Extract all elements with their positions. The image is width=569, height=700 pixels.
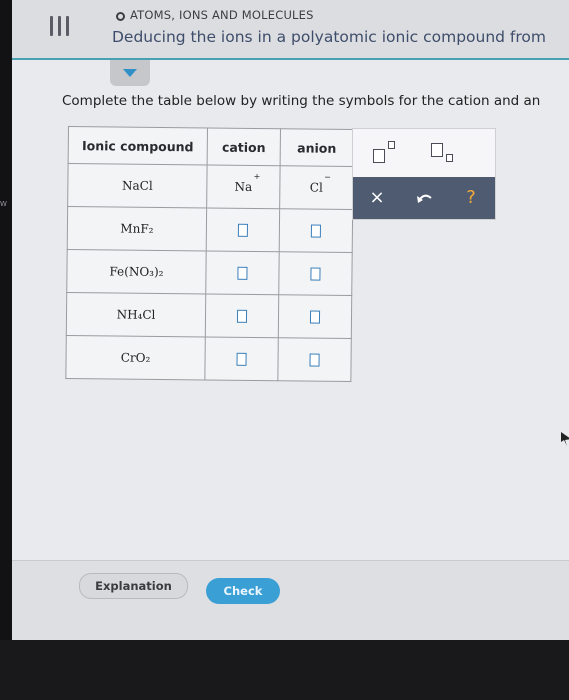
anion-input[interactable]: [310, 267, 321, 281]
page-title: Deducing the ions in a polyatomic ionic …: [112, 28, 547, 46]
subscript-template-icon[interactable]: [427, 137, 463, 171]
anion-cell: [277, 337, 352, 382]
circle-icon: [116, 12, 125, 21]
compound-cell: NaCl: [67, 163, 208, 208]
anion-cell: Cl −: [279, 165, 354, 210]
anion-cell: [278, 251, 353, 296]
header-accent-line: [12, 58, 569, 60]
chevron-down-icon: [123, 69, 137, 77]
anion-input[interactable]: [309, 310, 321, 324]
math-tools-panel: × ?: [352, 128, 496, 220]
cation-input[interactable]: [236, 309, 248, 323]
instruction-text: Complete the table below by writing the …: [62, 93, 541, 109]
collapse-header-button[interactable]: [110, 60, 150, 86]
side-letter: W: [0, 200, 7, 208]
cation-value: Na +: [234, 171, 261, 194]
compound-cell: NH₄Cl: [66, 292, 206, 337]
footer-bar: [12, 560, 569, 640]
anion-input[interactable]: [310, 224, 321, 238]
cation-input[interactable]: [236, 352, 247, 366]
cation-cell: Na +: [206, 164, 281, 209]
undo-icon: [417, 194, 432, 203]
table-row: CrO₂: [65, 335, 352, 382]
anion-cell: [278, 294, 352, 339]
table-row: MnF₂: [67, 206, 353, 253]
anion-input[interactable]: [309, 353, 320, 367]
cation-cell: [205, 250, 280, 295]
hamburger-menu-icon[interactable]: [48, 16, 72, 40]
math-toolbar: × ?: [353, 177, 495, 219]
undo-button[interactable]: [403, 183, 447, 213]
superscript-template-icon[interactable]: [369, 137, 405, 171]
table-row: NaCl Na + Cl −: [67, 163, 354, 210]
app-screen: ATOMS, IONS AND MOLECULES Deducing the i…: [12, 0, 569, 640]
device-bezel-bottom: [0, 640, 569, 700]
header: ATOMS, IONS AND MOLECULES Deducing the i…: [12, 0, 569, 60]
cursor-arrow-icon: [561, 432, 569, 446]
cation-cell: [205, 293, 279, 338]
check-button[interactable]: Check: [206, 578, 280, 604]
header-cation: cation: [207, 127, 281, 166]
anion-cell: [279, 208, 353, 253]
table-row: Fe(NO₃)₂: [66, 249, 353, 296]
cation-cell: [204, 336, 279, 381]
header-ionic-compound: Ionic compound: [68, 126, 208, 165]
cation-cell: [206, 207, 280, 252]
clear-button[interactable]: ×: [355, 183, 399, 213]
topic-text: ATOMS, IONS AND MOLECULES: [130, 8, 314, 22]
cation-input[interactable]: [237, 266, 248, 280]
topic-label: ATOMS, IONS AND MOLECULES: [116, 8, 314, 22]
compound-cell: Fe(NO₃)₂: [66, 249, 207, 294]
compound-cell: MnF₂: [67, 206, 207, 251]
header-anion: anion: [280, 128, 354, 167]
table-header-row: Ionic compound cation anion: [68, 126, 354, 167]
ions-table: Ionic compound cation anion NaCl Na + Cl −…: [65, 126, 354, 382]
anion-value: Cl −: [309, 172, 332, 195]
explanation-button[interactable]: Explanation: [79, 573, 188, 599]
cation-input[interactable]: [237, 223, 248, 237]
table-row: NH₄Cl: [66, 292, 352, 339]
device-bezel-left: [0, 0, 12, 700]
help-button[interactable]: ?: [449, 183, 493, 213]
compound-cell: CrO₂: [65, 335, 206, 380]
